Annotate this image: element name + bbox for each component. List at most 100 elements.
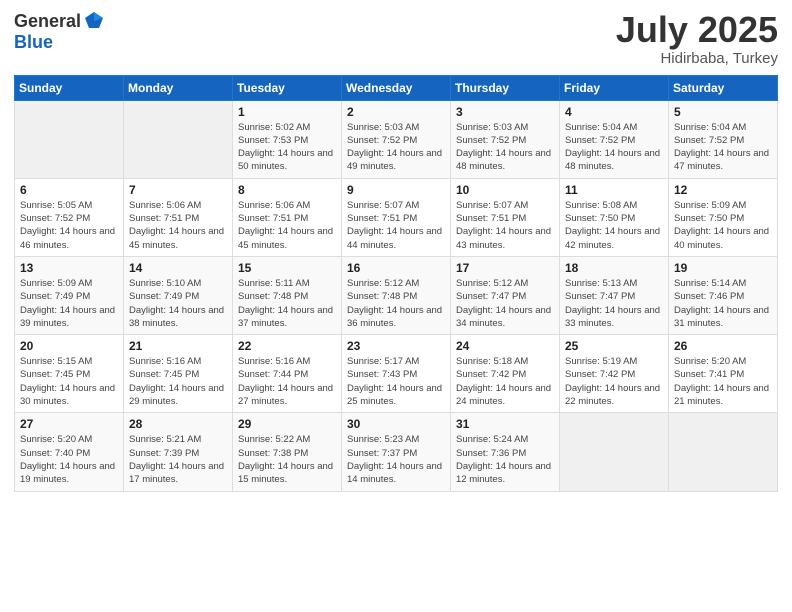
calendar-cell: 29 Sunrise: 5:22 AMSunset: 7:38 PMDayligh… (233, 413, 342, 491)
calendar-cell: 14 Sunrise: 5:10 AMSunset: 7:49 PMDayligh… (124, 256, 233, 334)
day-number: 16 (347, 261, 445, 275)
col-header-friday: Friday (560, 75, 669, 100)
day-info: Sunrise: 5:12 AMSunset: 7:47 PMDaylight:… (456, 277, 554, 330)
calendar-week-row: 27Sunrise: 5:20 AMSunset: 7:40 PMDayligh… (15, 413, 778, 491)
calendar-cell: 12Sunrise: 5:09 AMSunset: 7:50 PMDayligh… (669, 178, 778, 256)
day-info: Sunrise: 5:23 AMSunset: 7:37 PMDaylight:… (347, 433, 445, 486)
calendar-cell: 21Sunrise: 5:16 AMSunset: 7:45 PMDayligh… (124, 335, 233, 413)
day-number: 17 (456, 261, 554, 275)
day-info: Sunrise: 5:14 AMSunset: 7:46 PMDaylight:… (674, 277, 772, 330)
calendar-cell: 19Sunrise: 5:14 AMSunset: 7:46 PMDayligh… (669, 256, 778, 334)
subtitle: Hidirbaba, Turkey (616, 50, 778, 67)
day-number: 15 (238, 261, 336, 275)
calendar-week-row: 1 Sunrise: 5:02 AMSunset: 7:53 PMDaylight… (15, 100, 778, 178)
calendar-cell: 22 Sunrise: 5:16 AMSunset: 7:44 PMDayligh… (233, 335, 342, 413)
calendar-cell: 27Sunrise: 5:20 AMSunset: 7:40 PMDayligh… (15, 413, 124, 491)
calendar-cell: 3Sunrise: 5:03 AMSunset: 7:52 PMDaylight… (451, 100, 560, 178)
day-number: 13 (20, 261, 118, 275)
day-number: 14 (129, 261, 227, 275)
calendar-cell: 2 Sunrise: 5:03 AMSunset: 7:52 PMDaylight… (342, 100, 451, 178)
day-info: Sunrise: 5:07 AMSunset: 7:51 PMDaylight:… (347, 199, 445, 252)
day-number: 22 (238, 339, 336, 353)
day-info: Sunrise: 5:12 AMSunset: 7:48 PMDaylight:… (347, 277, 445, 330)
col-header-saturday: Saturday (669, 75, 778, 100)
calendar-cell (15, 100, 124, 178)
calendar-cell: 13 Sunrise: 5:09 AMSunset: 7:49 PMDayligh… (15, 256, 124, 334)
calendar-cell: 28 Sunrise: 5:21 AMSunset: 7:39 PMDayligh… (124, 413, 233, 491)
day-number: 4 (565, 105, 663, 119)
calendar-week-row: 6Sunrise: 5:05 AMSunset: 7:52 PMDaylight… (15, 178, 778, 256)
calendar-cell: 30Sunrise: 5:23 AMSunset: 7:37 PMDayligh… (342, 413, 451, 491)
day-number: 23 (347, 339, 445, 353)
header: General Blue July 2025 Hidirbaba, Turkey (14, 10, 778, 67)
logo-blue-text: Blue (14, 32, 53, 52)
day-info: Sunrise: 5:07 AMSunset: 7:51 PMDaylight:… (456, 199, 554, 252)
day-info: Sunrise: 5:21 AMSunset: 7:39 PMDaylight:… (129, 433, 227, 486)
calendar-cell: 8 Sunrise: 5:06 AMSunset: 7:51 PMDaylight… (233, 178, 342, 256)
day-info: Sunrise: 5:02 AMSunset: 7:53 PMDaylight:… (238, 121, 336, 174)
day-info: Sunrise: 5:11 AMSunset: 7:48 PMDaylight:… (238, 277, 336, 330)
day-info: Sunrise: 5:06 AMSunset: 7:51 PMDaylight:… (238, 199, 336, 252)
day-info: Sunrise: 5:24 AMSunset: 7:36 PMDaylight:… (456, 433, 554, 486)
day-info: Sunrise: 5:09 AMSunset: 7:49 PMDaylight:… (20, 277, 118, 330)
day-number: 26 (674, 339, 772, 353)
day-number: 29 (238, 417, 336, 431)
calendar-cell: 25 Sunrise: 5:19 AMSunset: 7:42 PMDayligh… (560, 335, 669, 413)
day-number: 8 (238, 183, 336, 197)
calendar-cell: 15 Sunrise: 5:11 AMSunset: 7:48 PMDayligh… (233, 256, 342, 334)
main-title: July 2025 (616, 10, 778, 50)
day-info: Sunrise: 5:19 AMSunset: 7:42 PMDaylight:… (565, 355, 663, 408)
day-info: Sunrise: 5:13 AMSunset: 7:47 PMDaylight:… (565, 277, 663, 330)
logo-flag-icon (83, 10, 105, 32)
day-info: Sunrise: 5:15 AMSunset: 7:45 PMDaylight:… (20, 355, 118, 408)
calendar-cell: 17 Sunrise: 5:12 AMSunset: 7:47 PMDayligh… (451, 256, 560, 334)
calendar-cell: 18 Sunrise: 5:13 AMSunset: 7:47 PMDayligh… (560, 256, 669, 334)
day-number: 1 (238, 105, 336, 119)
calendar-cell: 4 Sunrise: 5:04 AMSunset: 7:52 PMDaylight… (560, 100, 669, 178)
logo: General Blue (14, 10, 105, 53)
day-info: Sunrise: 5:16 AMSunset: 7:44 PMDaylight:… (238, 355, 336, 408)
day-info: Sunrise: 5:10 AMSunset: 7:49 PMDaylight:… (129, 277, 227, 330)
col-header-wednesday: Wednesday (342, 75, 451, 100)
day-info: Sunrise: 5:22 AMSunset: 7:38 PMDaylight:… (238, 433, 336, 486)
calendar-cell: 1 Sunrise: 5:02 AMSunset: 7:53 PMDaylight… (233, 100, 342, 178)
day-number: 10 (456, 183, 554, 197)
calendar-cell: 6Sunrise: 5:05 AMSunset: 7:52 PMDaylight… (15, 178, 124, 256)
calendar-cell (124, 100, 233, 178)
day-number: 2 (347, 105, 445, 119)
calendar-cell (560, 413, 669, 491)
day-number: 18 (565, 261, 663, 275)
title-block: July 2025 Hidirbaba, Turkey (616, 10, 778, 67)
calendar-cell: 20 Sunrise: 5:15 AMSunset: 7:45 PMDayligh… (15, 335, 124, 413)
day-info: Sunrise: 5:18 AMSunset: 7:42 PMDaylight:… (456, 355, 554, 408)
day-number: 25 (565, 339, 663, 353)
calendar-cell: 23Sunrise: 5:17 AMSunset: 7:43 PMDayligh… (342, 335, 451, 413)
calendar-cell: 16 Sunrise: 5:12 AMSunset: 7:48 PMDayligh… (342, 256, 451, 334)
day-info: Sunrise: 5:04 AMSunset: 7:52 PMDaylight:… (565, 121, 663, 174)
day-number: 3 (456, 105, 554, 119)
day-info: Sunrise: 5:20 AMSunset: 7:41 PMDaylight:… (674, 355, 772, 408)
page: General Blue July 2025 Hidirbaba, Turkey… (0, 0, 792, 612)
day-info: Sunrise: 5:08 AMSunset: 7:50 PMDaylight:… (565, 199, 663, 252)
calendar-week-row: 20 Sunrise: 5:15 AMSunset: 7:45 PMDayligh… (15, 335, 778, 413)
day-number: 5 (674, 105, 772, 119)
day-number: 28 (129, 417, 227, 431)
day-info: Sunrise: 5:04 AMSunset: 7:52 PMDaylight:… (674, 121, 772, 174)
day-info: Sunrise: 5:09 AMSunset: 7:50 PMDaylight:… (674, 199, 772, 252)
day-number: 20 (20, 339, 118, 353)
day-number: 11 (565, 183, 663, 197)
calendar-cell (669, 413, 778, 491)
calendar-header-row: SundayMondayTuesdayWednesdayThursdayFrid… (15, 75, 778, 100)
day-number: 27 (20, 417, 118, 431)
calendar-table: SundayMondayTuesdayWednesdayThursdayFrid… (14, 75, 778, 492)
day-number: 24 (456, 339, 554, 353)
calendar-cell: 11 Sunrise: 5:08 AMSunset: 7:50 PMDayligh… (560, 178, 669, 256)
day-info: Sunrise: 5:03 AMSunset: 7:52 PMDaylight:… (347, 121, 445, 174)
calendar-cell: 24 Sunrise: 5:18 AMSunset: 7:42 PMDayligh… (451, 335, 560, 413)
day-number: 31 (456, 417, 554, 431)
calendar-cell: 31 Sunrise: 5:24 AMSunset: 7:36 PMDayligh… (451, 413, 560, 491)
col-header-thursday: Thursday (451, 75, 560, 100)
col-header-monday: Monday (124, 75, 233, 100)
calendar-cell: 10 Sunrise: 5:07 AMSunset: 7:51 PMDayligh… (451, 178, 560, 256)
col-header-tuesday: Tuesday (233, 75, 342, 100)
